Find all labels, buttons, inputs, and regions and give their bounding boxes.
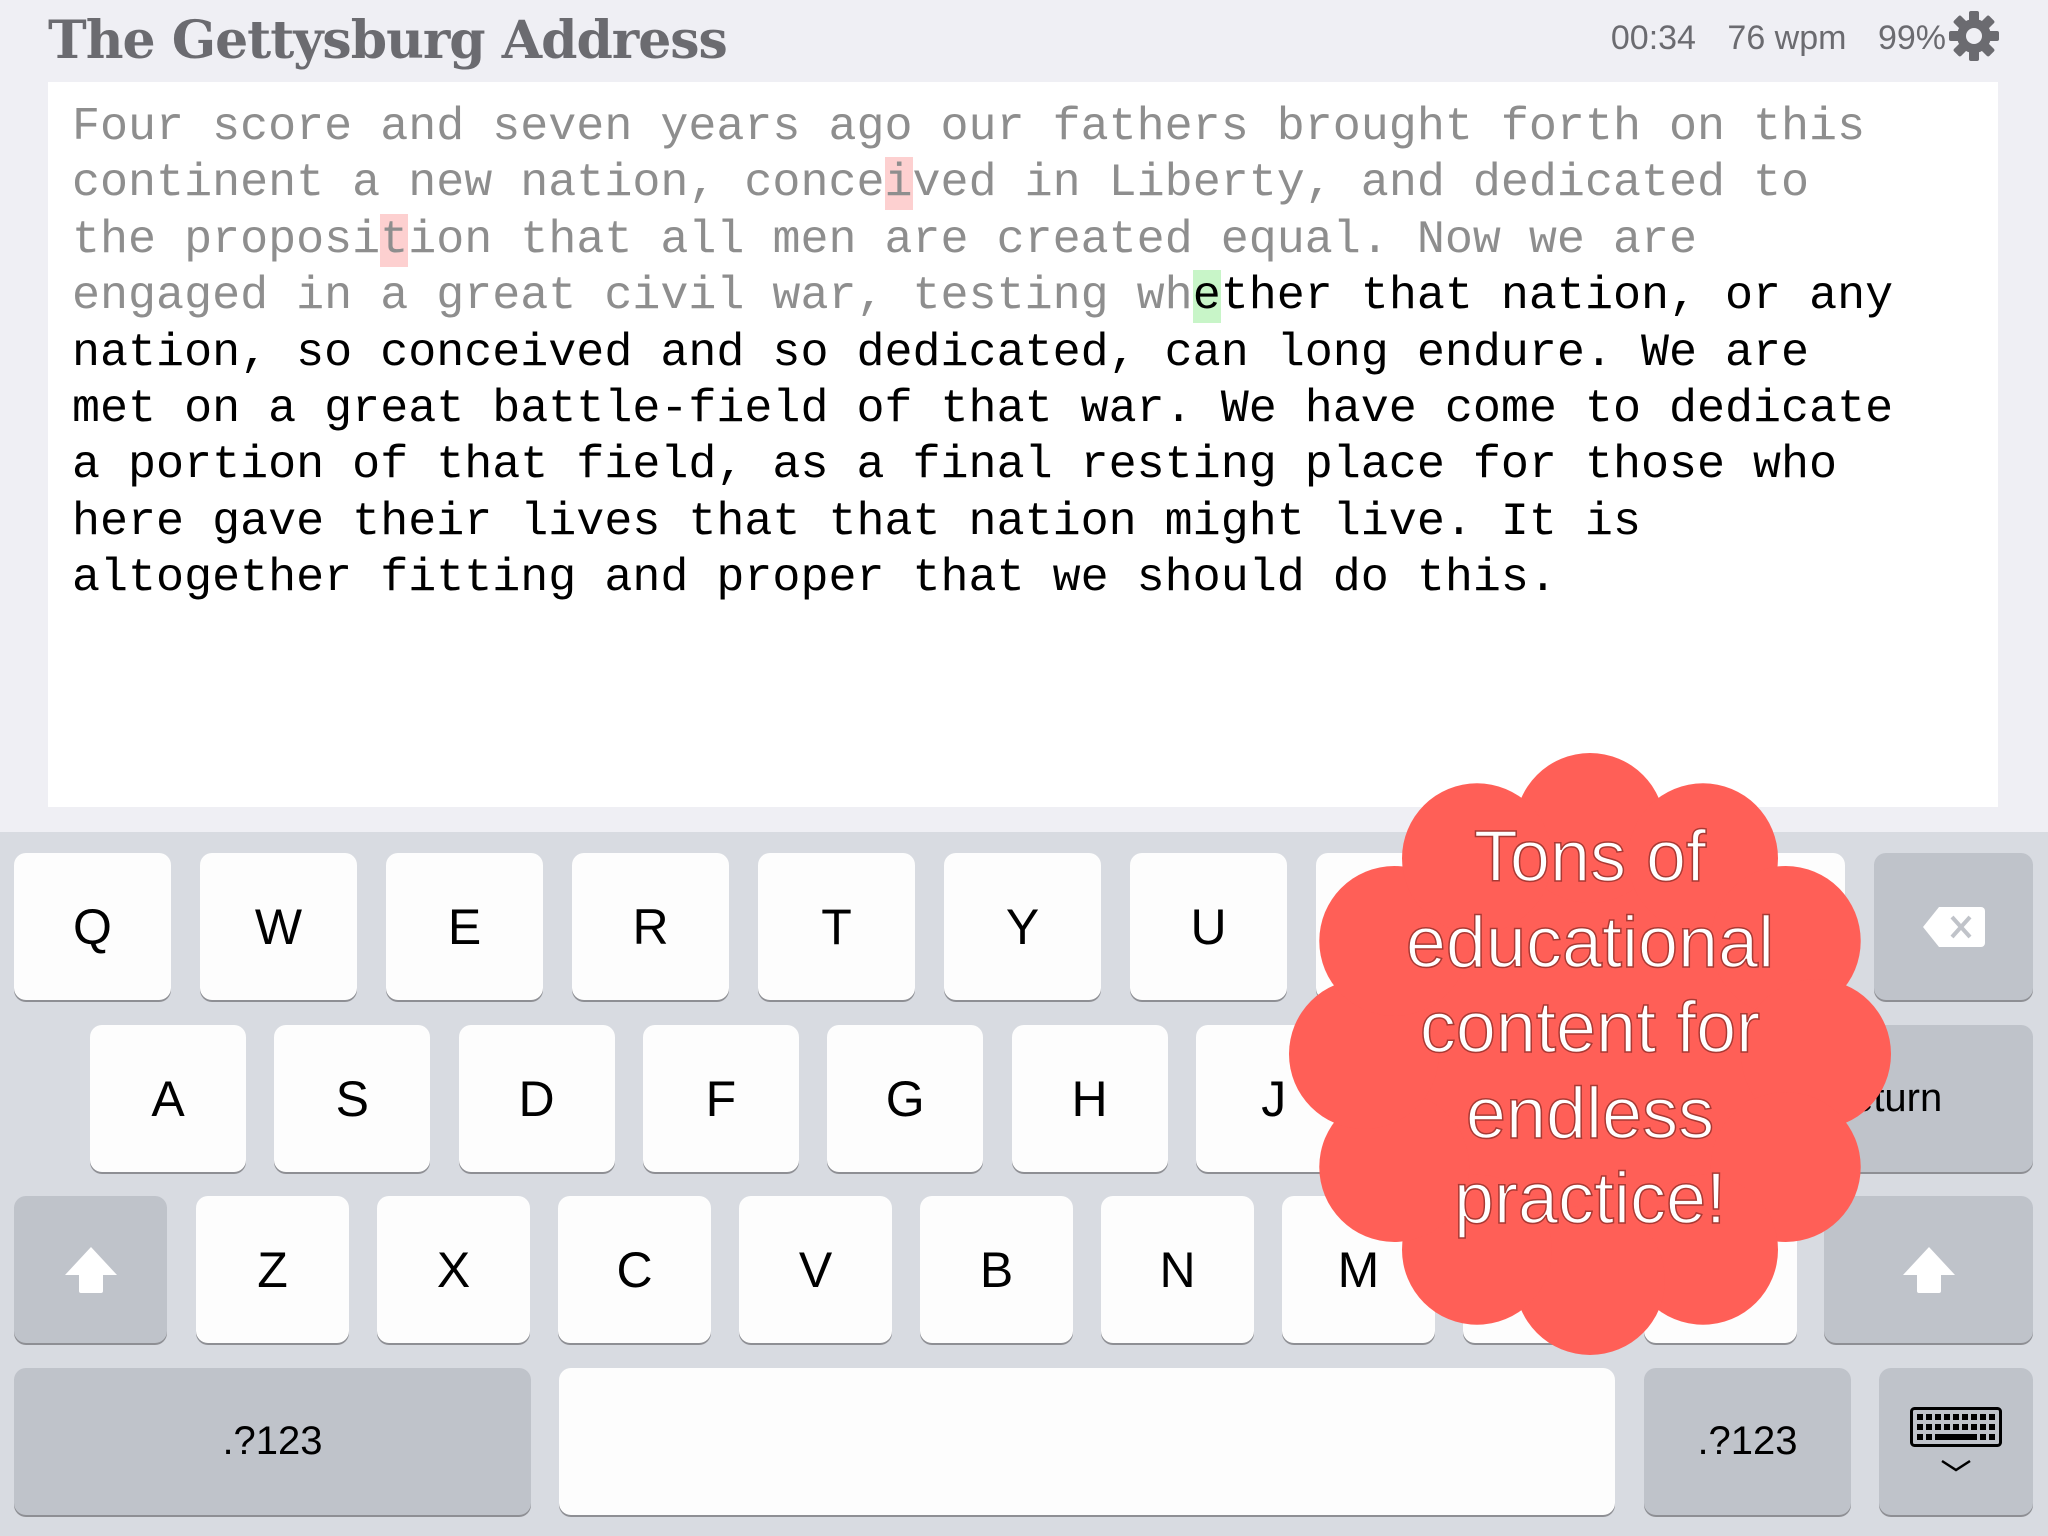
key-z[interactable]: Z bbox=[196, 1196, 349, 1343]
key-s[interactable]: S bbox=[274, 1025, 431, 1172]
pending-text: ther that nation, or any bbox=[1220, 270, 1894, 324]
typed-text: engaged in a great civil war, testing wh bbox=[72, 270, 1193, 324]
pending-text: altogether fitting and proper that we sh… bbox=[72, 552, 1557, 606]
delete-icon bbox=[1922, 906, 1985, 947]
passage-line: met on a great battle-field of that war.… bbox=[72, 382, 1972, 438]
space-key[interactable] bbox=[559, 1368, 1615, 1515]
key-label: R bbox=[632, 898, 669, 955]
key-r[interactable]: R bbox=[572, 853, 729, 1000]
key-label: .?123 bbox=[222, 1419, 323, 1463]
key-u[interactable]: U bbox=[1130, 853, 1287, 1000]
key-f[interactable]: F bbox=[642, 1025, 799, 1172]
promo-badge-text: Tons of educational content for endless prac… bbox=[1288, 815, 1892, 1243]
key-label: A bbox=[151, 1070, 185, 1127]
key-w[interactable]: W bbox=[200, 853, 357, 1000]
key-label: S bbox=[335, 1070, 369, 1127]
passage-line: continent a new nation, conceived in Lib… bbox=[72, 156, 1972, 212]
dismiss-keyboard-key[interactable] bbox=[1879, 1368, 2033, 1515]
typed-text: the proposi bbox=[72, 213, 381, 267]
key-h[interactable]: H bbox=[1011, 1025, 1168, 1172]
passage-line: here gave their lives that that nation m… bbox=[72, 495, 1972, 551]
key-label: E bbox=[447, 898, 482, 955]
typed-text: ved in Liberty, and dedicated to bbox=[912, 157, 1810, 211]
speed-wpm: 76 wpm bbox=[1727, 19, 1847, 57]
shift-icon bbox=[1902, 1246, 1955, 1293]
key-q[interactable]: Q bbox=[14, 853, 171, 1000]
key-label: D bbox=[518, 1070, 555, 1127]
badge-line: content for bbox=[1419, 987, 1761, 1068]
numbers-key-right[interactable]: .?123 bbox=[1644, 1368, 1851, 1515]
passage-line: altogether fitting and proper that we sh… bbox=[72, 551, 1972, 607]
key-c[interactable]: C bbox=[558, 1196, 711, 1343]
error-char: t bbox=[380, 213, 409, 267]
key-label: B bbox=[979, 1241, 1014, 1298]
key-label: Z bbox=[257, 1241, 288, 1298]
key-label: H bbox=[1071, 1070, 1108, 1127]
key-n[interactable]: N bbox=[1101, 1196, 1254, 1343]
shift-left-key[interactable] bbox=[14, 1196, 167, 1343]
badge-line: Tons of bbox=[1473, 816, 1707, 897]
page-title: The Gettysburg Address bbox=[48, 10, 728, 71]
pending-text: here gave their lives that that nation m… bbox=[72, 495, 1641, 549]
passage-text: Four score and seven years ago our fathe… bbox=[72, 100, 1972, 608]
passage-line: engaged in a great civil war, testing wh… bbox=[72, 269, 1972, 325]
badge-line: educational bbox=[1405, 902, 1775, 983]
key-label: F bbox=[705, 1070, 737, 1127]
key-label: N bbox=[1159, 1241, 1196, 1298]
pending-text: a portion of that field, as a final rest… bbox=[72, 439, 1838, 493]
stats-bar: 00:34 76 wpm 99% bbox=[1589, 14, 1946, 62]
timer: 00:34 bbox=[1610, 19, 1696, 57]
cursor-char: e bbox=[1192, 270, 1221, 324]
pending-text: met on a great battle-field of that war.… bbox=[72, 383, 1894, 437]
settings-button[interactable] bbox=[1948, 10, 2000, 62]
key-b[interactable]: B bbox=[920, 1196, 1073, 1343]
numbers-key-left[interactable]: .?123 bbox=[14, 1368, 531, 1515]
typed-text: ion that all men are created equal. Now … bbox=[408, 213, 1698, 267]
key-x[interactable]: X bbox=[377, 1196, 530, 1343]
key-label: V bbox=[798, 1241, 833, 1298]
passage-line: the proposition that all men are created… bbox=[72, 213, 1972, 269]
key-t[interactable]: T bbox=[758, 853, 915, 1000]
key-label: W bbox=[254, 898, 303, 955]
key-label: .?123 bbox=[1697, 1419, 1798, 1463]
key-v[interactable]: V bbox=[739, 1196, 892, 1343]
key-a[interactable]: A bbox=[90, 1025, 246, 1172]
shift-icon bbox=[64, 1246, 117, 1293]
key-e[interactable]: E bbox=[386, 853, 543, 1000]
key-label: Y bbox=[1005, 898, 1040, 955]
key-label: Q bbox=[73, 898, 112, 955]
pending-text: nation, so conceived and so dedicated, c… bbox=[72, 326, 1810, 380]
key-label: X bbox=[436, 1241, 471, 1298]
typed-text: Four score and seven years ago our fathe… bbox=[72, 101, 1866, 154]
key-label: T bbox=[821, 898, 852, 955]
delete-key[interactable] bbox=[1874, 853, 2033, 1000]
passage-line: Four score and seven years ago our fathe… bbox=[72, 100, 1972, 156]
error-char: i bbox=[884, 157, 913, 211]
passage-line: a portion of that field, as a final rest… bbox=[72, 438, 1972, 494]
badge-line: endless bbox=[1465, 1073, 1715, 1154]
key-label: U bbox=[1190, 898, 1227, 955]
key-d[interactable]: D bbox=[458, 1025, 615, 1172]
gear-icon bbox=[1949, 11, 1999, 61]
typed-text: continent a new nation, conce bbox=[72, 157, 885, 211]
accuracy: 99% bbox=[1877, 19, 1946, 57]
keyboard-dismiss-icon bbox=[1910, 1406, 2002, 1471]
key-label: C bbox=[616, 1241, 653, 1298]
passage-line: nation, so conceived and so dedicated, c… bbox=[72, 326, 1972, 382]
key-y[interactable]: Y bbox=[944, 853, 1101, 1000]
key-g[interactable]: G bbox=[827, 1025, 984, 1172]
key-label: G bbox=[885, 1070, 925, 1127]
key-label: J bbox=[1261, 1070, 1287, 1127]
badge-line: practice! bbox=[1453, 1158, 1727, 1239]
